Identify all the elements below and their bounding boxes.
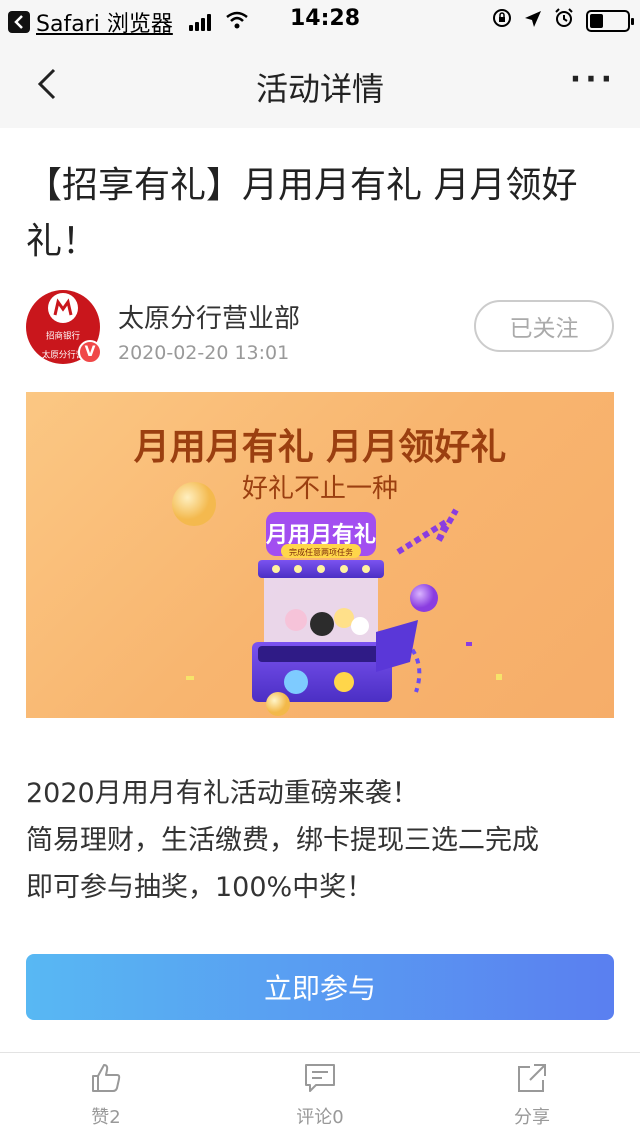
back-arrow-icon[interactable] xyxy=(8,11,30,33)
share-label: 分享 xyxy=(514,1107,550,1128)
orientation-lock-icon xyxy=(492,8,512,34)
comment-button[interactable]: 评论0 xyxy=(260,1063,380,1129)
description-line: 2020月用月有礼活动重磅来袭！ xyxy=(26,778,419,809)
description-line: 即可参与抽奖，100%中奖！ xyxy=(26,872,374,903)
like-button[interactable]: 赞2 xyxy=(46,1063,166,1129)
wifi-icon xyxy=(225,10,249,35)
bank-logo-icon xyxy=(48,293,78,323)
more-button[interactable]: ··· xyxy=(570,62,616,97)
like-count: 赞2 xyxy=(91,1107,121,1128)
share-button[interactable]: 分享 xyxy=(472,1063,592,1129)
nav-bar: 活动详情 ··· xyxy=(0,40,640,128)
author-row: 招商银行 太原分行营 V 太原分行营业部 2020-02-20 13:01 已关… xyxy=(26,290,614,370)
status-left: Safari 浏览器 xyxy=(8,6,249,38)
comment-count: 评论0 xyxy=(296,1107,344,1128)
back-to-app-link[interactable]: Safari 浏览器 xyxy=(36,6,173,38)
description-line: 简易理财，生活缴费，绑卡提现三选二完成 xyxy=(26,825,539,856)
alarm-icon xyxy=(554,8,574,34)
publish-time: 2020-02-20 13:01 xyxy=(118,342,290,364)
share-icon xyxy=(518,1064,546,1092)
cellular-signal-icon xyxy=(188,13,211,31)
author-name[interactable]: 太原分行营业部 xyxy=(118,298,300,335)
article-description: 2020月用月有礼活动重磅来袭！ 简易理财，生活缴费，绑卡提现三选二完成 即可参… xyxy=(26,770,616,911)
battery-icon xyxy=(586,10,634,32)
promo-banner[interactable]: 月用月有礼 月月领好礼 好礼不止一种 月用月有礼 完成任意两项任务 xyxy=(26,392,614,718)
thumbs-up-icon xyxy=(92,1064,121,1092)
bottom-toolbar: 赞2 评论0 分享 xyxy=(0,1052,640,1136)
comment-icon xyxy=(305,1064,335,1092)
status-time: 14:28 xyxy=(290,6,361,31)
status-bar: Safari 浏览器 14:28 xyxy=(0,0,640,40)
follow-button[interactable]: 已关注 xyxy=(474,300,614,352)
join-button[interactable]: 立即参与 xyxy=(26,954,614,1020)
battery-level xyxy=(590,14,603,28)
status-right xyxy=(492,8,634,34)
page-title: 活动详情 xyxy=(255,70,384,108)
avatar-badge-text: 招商银行 xyxy=(46,331,80,341)
article-title: 【招享有礼】月用月有礼 月月领好礼！ xyxy=(26,165,578,262)
location-icon xyxy=(524,9,542,34)
verified-badge-icon: V xyxy=(78,340,102,364)
claw-machine-illustration: 月用月有礼 完成任意两项任务 xyxy=(172,482,502,716)
machine-sub-label: 完成任意两项任务 xyxy=(289,547,353,557)
